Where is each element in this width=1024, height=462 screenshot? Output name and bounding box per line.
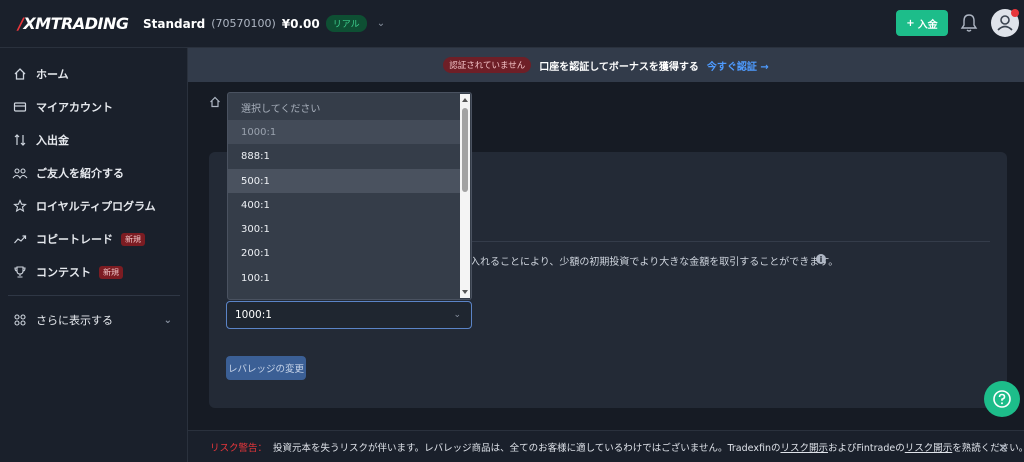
dropdown-option[interactable]: 300:1 (228, 217, 462, 241)
account-switcher[interactable]: Standard (70570100) ¥0.00 リアル ⌄ (143, 15, 385, 32)
unverified-badge: 認証されていません (443, 57, 532, 73)
dropdown-option: 選択してください (241, 103, 321, 115)
home-icon (12, 66, 28, 82)
card-icon (12, 99, 28, 115)
bell-icon[interactable] (960, 13, 978, 33)
plus-icon: + (906, 17, 915, 29)
grid-icon (12, 312, 28, 328)
sidebar-item-refer-friend[interactable]: ご友人を紹介する (0, 157, 188, 189)
help-button[interactable] (984, 381, 1020, 417)
close-icon[interactable]: ✕ (998, 441, 1008, 455)
transfer-icon (12, 132, 28, 148)
banner-message: 口座を認証してボーナスを獲得する (539, 61, 699, 73)
dropdown-option[interactable]: 400:1 (228, 193, 462, 217)
leverage-description: 入れることにより、少額の初期投資でより大きな金額を取引することができます。 (470, 257, 839, 268)
xm-logo[interactable]: /XMTRADING (18, 14, 129, 33)
verification-banner: 認証されていません 口座を認証してボーナスを獲得する 今すぐ認証 → (188, 48, 1024, 82)
dropdown-option[interactable]: 500:1 (228, 169, 462, 193)
sidebar-item-loyalty[interactable]: ロイヤルティプログラム (0, 190, 188, 222)
risk-disclosure-link[interactable]: リスク開示 (905, 440, 953, 454)
risk-disclosure-link[interactable]: リスク開示 (780, 440, 828, 454)
sidebar-item-my-account[interactable]: マイアカウント (0, 91, 188, 123)
scrollbar-thumb[interactable] (462, 108, 468, 192)
breadcrumb-home-icon[interactable] (209, 96, 221, 111)
new-badge: 新規 (121, 232, 145, 246)
chevron-down-icon: ⌄ (163, 314, 172, 326)
dropdown-option[interactable]: 200:1 (228, 241, 462, 265)
dropdown-option[interactable]: 888:1 (228, 144, 462, 168)
deposit-button[interactable]: + 入金 (896, 10, 948, 36)
sidebar-item-contest[interactable]: コンテスト 新規 (0, 256, 188, 288)
notification-dot (1011, 9, 1019, 17)
help-icon (993, 390, 1011, 408)
top-bar: /XMTRADING Standard (70570100) ¥0.00 リアル… (0, 0, 1024, 48)
change-leverage-button[interactable]: レバレッジの変更 (226, 356, 306, 380)
dropdown-option[interactable]: 1000:1 (228, 120, 462, 144)
scroll-down-arrow-icon[interactable] (462, 290, 468, 294)
account-balance: ¥0.00 (281, 16, 320, 31)
leverage-select[interactable]: 1000:1 ⌄ (226, 301, 472, 329)
chevron-down-icon: ⌄ (453, 310, 461, 320)
account-number: (70570100) (211, 17, 276, 30)
star-icon (12, 198, 28, 214)
people-icon (12, 165, 28, 181)
dropdown-option[interactable]: 100:1 (228, 266, 462, 290)
sidebar-divider (8, 295, 180, 296)
sidebar-show-more[interactable]: さらに表示する ⌄ (0, 304, 188, 336)
leverage-dropdown: 選択してください 1000:1 888:1 500:1 400:1 300:1 … (227, 92, 472, 300)
verify-now-link[interactable]: 今すぐ認証 → (707, 58, 769, 73)
sidebar: ホーム マイアカウント 入出金 ご友人を紹介する ロイヤルティプログラム コピー… (0, 48, 188, 462)
info-icon[interactable]: i (816, 254, 826, 264)
avatar[interactable] (991, 9, 1019, 37)
trophy-icon (12, 264, 28, 280)
scroll-up-arrow-icon[interactable] (462, 98, 468, 102)
risk-warning-label: リスク警告： (210, 442, 268, 454)
dropdown-scrollbar[interactable] (460, 94, 470, 298)
sidebar-item-home[interactable]: ホーム (0, 58, 188, 90)
new-badge: 新規 (99, 265, 123, 279)
sidebar-item-copy-trade[interactable]: コピートレード 新規 (0, 223, 188, 255)
risk-warning-bar: リスク警告： 投資元本を失うリスクが伴います。レバレッジ商品は、全てのお客様に適… (188, 430, 1024, 462)
account-type: Standard (143, 16, 206, 31)
chevron-down-icon[interactable]: ⌄ (377, 18, 385, 29)
sidebar-item-deposit-withdraw[interactable]: 入出金 (0, 124, 188, 156)
account-status-badge: リアル (325, 15, 367, 32)
panel-divider (472, 241, 990, 242)
trend-icon (12, 231, 28, 247)
